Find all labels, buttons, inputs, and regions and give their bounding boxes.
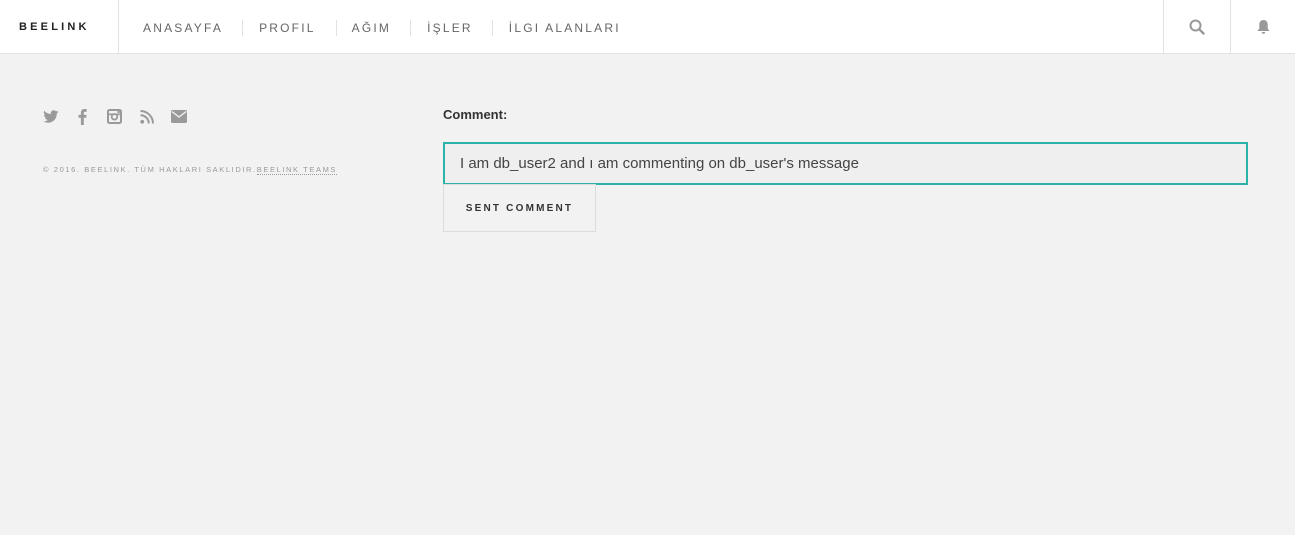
rss-link[interactable] — [138, 108, 155, 125]
nav-item-profil[interactable]: PROFIL — [242, 19, 336, 36]
facebook-icon — [78, 108, 87, 125]
top-navigation-bar: BEELINK ANASAYFA PROFIL AĞIM İŞLER İLGI … — [0, 0, 1295, 54]
facebook-link[interactable] — [74, 108, 91, 125]
nav-item-ilgi-alanlari[interactable]: İLGI ALANLARI — [491, 19, 640, 36]
sent-comment-button[interactable]: SENT COMMENT — [443, 184, 596, 232]
instagram-link[interactable] — [106, 108, 123, 125]
social-links — [42, 108, 202, 125]
twitter-icon — [42, 109, 58, 123]
main-nav: ANASAYFA PROFIL AĞIM İŞLER İLGI ALANLARI — [124, 0, 640, 54]
instagram-icon — [107, 109, 122, 124]
search-button[interactable] — [1163, 0, 1230, 54]
comment-label: Comment: — [443, 107, 508, 122]
comment-input[interactable] — [443, 142, 1248, 185]
beelink-teams-link[interactable]: BEELINK TEAMS — [256, 165, 338, 175]
twitter-link[interactable] — [42, 108, 59, 125]
brand-divider — [118, 0, 119, 54]
envelope-icon — [170, 110, 187, 123]
copyright-notice: © 2016. BEELINK. TÜM HAKLARI SAKLIDIR.BE… — [43, 165, 338, 175]
rss-icon — [139, 109, 154, 124]
brand-logo[interactable]: BEELINK — [19, 21, 90, 33]
search-icon — [1189, 19, 1205, 35]
notifications-button[interactable] — [1230, 0, 1295, 54]
nav-item-anasayfa[interactable]: ANASAYFA — [124, 20, 242, 36]
copyright-text: © 2016. BEELINK. TÜM HAKLARI SAKLIDIR. — [43, 165, 257, 174]
bell-icon — [1257, 20, 1269, 34]
email-link[interactable] — [170, 108, 187, 125]
nav-item-agim[interactable]: AĞIM — [335, 19, 410, 36]
nav-item-isler[interactable]: İŞLER — [410, 19, 492, 36]
